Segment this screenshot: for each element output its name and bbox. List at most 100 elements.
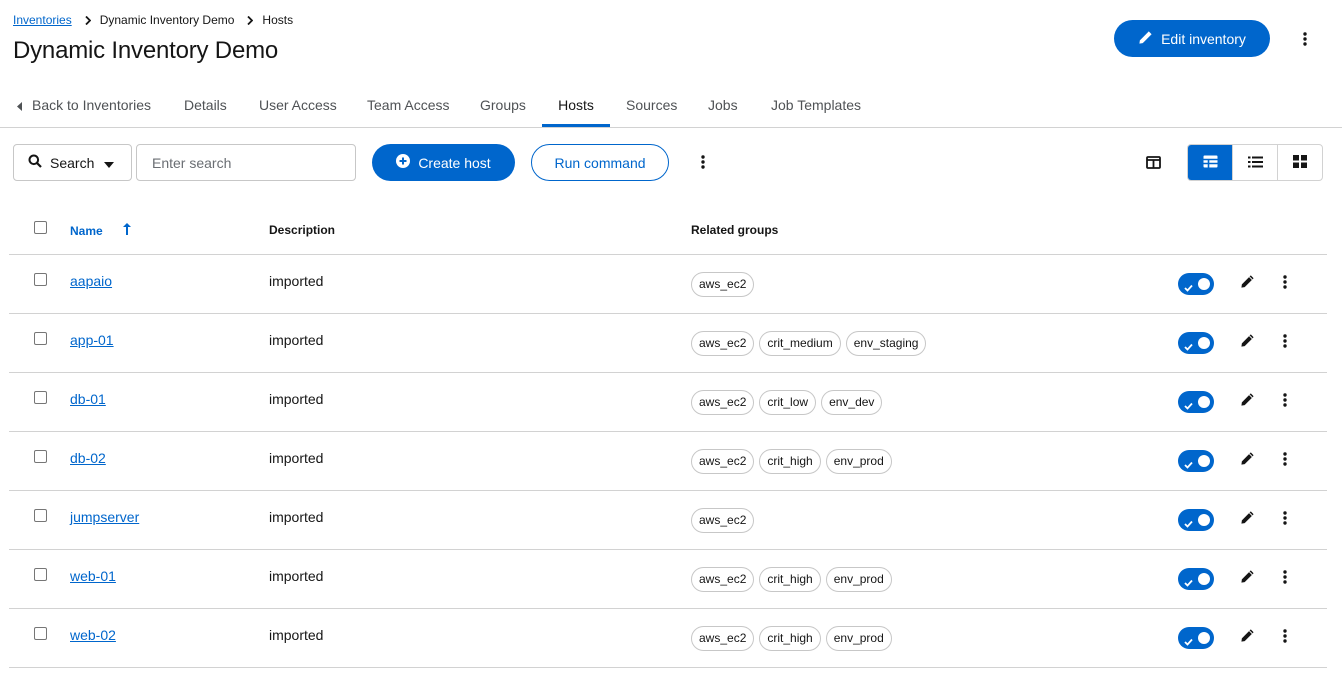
host-name-link[interactable]: db-02: [70, 450, 106, 466]
row-actions-kebab-icon[interactable]: [1279, 273, 1291, 291]
toggle-knob: [1198, 455, 1210, 467]
edit-host-pencil-icon[interactable]: [1240, 628, 1256, 644]
host-enabled-toggle[interactable]: [1178, 332, 1214, 354]
related-groups: aws_ec2: [691, 508, 759, 533]
caret-down-icon: [104, 155, 115, 171]
edit-host-pencil-icon[interactable]: [1240, 510, 1256, 526]
breadcrumb: Inventories Dynamic Inventory Demo Hosts: [13, 13, 293, 27]
host-enabled-toggle[interactable]: [1178, 509, 1214, 531]
group-chip: env_prod: [825, 626, 892, 651]
related-groups: aws_ec2 crit_low env_dev: [691, 390, 887, 415]
host-description: imported: [269, 273, 324, 289]
tab-sources[interactable]: Sources: [626, 86, 677, 127]
group-chip: aws_ec2: [691, 272, 755, 297]
row-select-checkbox[interactable]: [34, 391, 47, 404]
run-command-button[interactable]: Run command: [531, 144, 669, 181]
table-body: aapaio imported aws_ec2 app-01 imported …: [9, 255, 1327, 668]
tab-jobs[interactable]: Jobs: [708, 86, 738, 127]
row-select-checkbox[interactable]: [34, 450, 47, 463]
plus-circle-icon: [396, 154, 418, 171]
search-filter-dropdown[interactable]: Search: [13, 144, 132, 181]
toolbar-kebab-icon[interactable]: [696, 153, 710, 171]
host-name-link[interactable]: db-01: [70, 391, 106, 407]
host-description: imported: [269, 627, 324, 643]
table-row: aapaio imported aws_ec2: [9, 255, 1327, 314]
edit-host-pencil-icon[interactable]: [1240, 392, 1256, 408]
toggle-knob: [1198, 278, 1210, 290]
host-enabled-toggle[interactable]: [1178, 627, 1214, 649]
host-enabled-toggle[interactable]: [1178, 273, 1214, 295]
column-header-name[interactable]: Name: [70, 223, 131, 238]
search-icon: [28, 154, 42, 171]
check-icon: [1184, 515, 1193, 531]
host-name-link[interactable]: app-01: [70, 332, 114, 348]
tab-user-access[interactable]: User Access: [259, 86, 337, 127]
tab-details[interactable]: Details: [184, 86, 227, 127]
card-view-button[interactable]: [1277, 145, 1322, 180]
check-icon: [1184, 574, 1193, 590]
row-actions-kebab-icon[interactable]: [1279, 627, 1291, 645]
edit-inventory-label: Edit inventory: [1161, 30, 1246, 47]
table-view-icon: [1203, 155, 1218, 171]
host-enabled-toggle[interactable]: [1178, 391, 1214, 413]
breadcrumb-link-inventories[interactable]: Inventories: [13, 13, 72, 27]
column-header-related-groups: Related groups: [691, 223, 779, 237]
host-name-link[interactable]: web-01: [70, 568, 116, 584]
column-label: Name: [70, 223, 103, 238]
table-view-button[interactable]: [1188, 145, 1232, 180]
create-host-button[interactable]: Create host: [372, 144, 515, 181]
related-groups: aws_ec2: [691, 272, 759, 297]
table-row: db-02 imported aws_ec2 crit_high env_prod: [9, 432, 1327, 491]
toggle-knob: [1198, 396, 1210, 408]
group-chip: env_prod: [825, 567, 892, 592]
edit-host-pencil-icon[interactable]: [1240, 451, 1256, 467]
pencil-icon: [1138, 30, 1161, 48]
row-select-checkbox[interactable]: [34, 273, 47, 286]
tab-back-to-inventories[interactable]: Back to Inventories: [17, 86, 154, 127]
row-actions-kebab-icon[interactable]: [1279, 450, 1291, 468]
group-chip: aws_ec2: [691, 567, 755, 592]
tab-groups[interactable]: Groups: [480, 86, 526, 127]
row-select-checkbox[interactable]: [34, 627, 47, 640]
edit-host-pencil-icon[interactable]: [1240, 333, 1256, 349]
manage-columns-icon[interactable]: [1140, 151, 1166, 173]
edit-host-pencil-icon[interactable]: [1240, 274, 1256, 290]
breadcrumb-item-inventory: Dynamic Inventory Demo: [99, 13, 235, 27]
host-enabled-toggle[interactable]: [1178, 450, 1214, 472]
group-chip: env_dev: [821, 390, 883, 415]
row-select-checkbox[interactable]: [34, 332, 47, 345]
row-actions-kebab-icon[interactable]: [1279, 568, 1291, 586]
host-name-link[interactable]: web-02: [70, 627, 116, 643]
list-view-icon: [1247, 155, 1263, 171]
row-actions-kebab-icon[interactable]: [1279, 509, 1291, 527]
caret-left-icon: [17, 87, 22, 125]
host-enabled-toggle[interactable]: [1178, 568, 1214, 590]
tab-label: Back to Inventories: [32, 97, 152, 113]
breadcrumb-item-current: Hosts: [262, 13, 294, 27]
check-icon: [1184, 456, 1193, 472]
host-name-link[interactable]: aapaio: [70, 273, 112, 289]
view-toggle-group: [1187, 144, 1323, 181]
row-select-checkbox[interactable]: [34, 509, 47, 522]
sort-ascending-icon: [103, 223, 131, 238]
select-all-checkbox[interactable]: [34, 221, 47, 234]
row-actions-kebab-icon[interactable]: [1279, 332, 1291, 350]
row-actions-kebab-icon[interactable]: [1279, 391, 1291, 409]
search-filter-label: Search: [50, 154, 95, 171]
row-select-checkbox[interactable]: [34, 568, 47, 581]
tab-hosts[interactable]: Hosts: [542, 86, 610, 127]
host-name-link[interactable]: jumpserver: [70, 509, 139, 525]
search-input[interactable]: [136, 144, 356, 181]
toggle-knob: [1198, 573, 1210, 585]
list-view-button[interactable]: [1232, 145, 1277, 180]
host-description: imported: [269, 509, 324, 525]
related-groups: aws_ec2 crit_high env_prod: [691, 449, 897, 474]
group-chip: crit_high: [759, 567, 821, 592]
group-chip: env_prod: [825, 449, 892, 474]
more-actions-kebab-icon[interactable]: [1298, 30, 1312, 48]
tab-job-templates[interactable]: Job Templates: [771, 86, 861, 127]
edit-host-pencil-icon[interactable]: [1240, 569, 1256, 585]
related-groups: aws_ec2 crit_medium env_staging: [691, 331, 931, 356]
edit-inventory-button[interactable]: Edit inventory: [1114, 20, 1270, 57]
tab-team-access[interactable]: Team Access: [367, 86, 449, 127]
